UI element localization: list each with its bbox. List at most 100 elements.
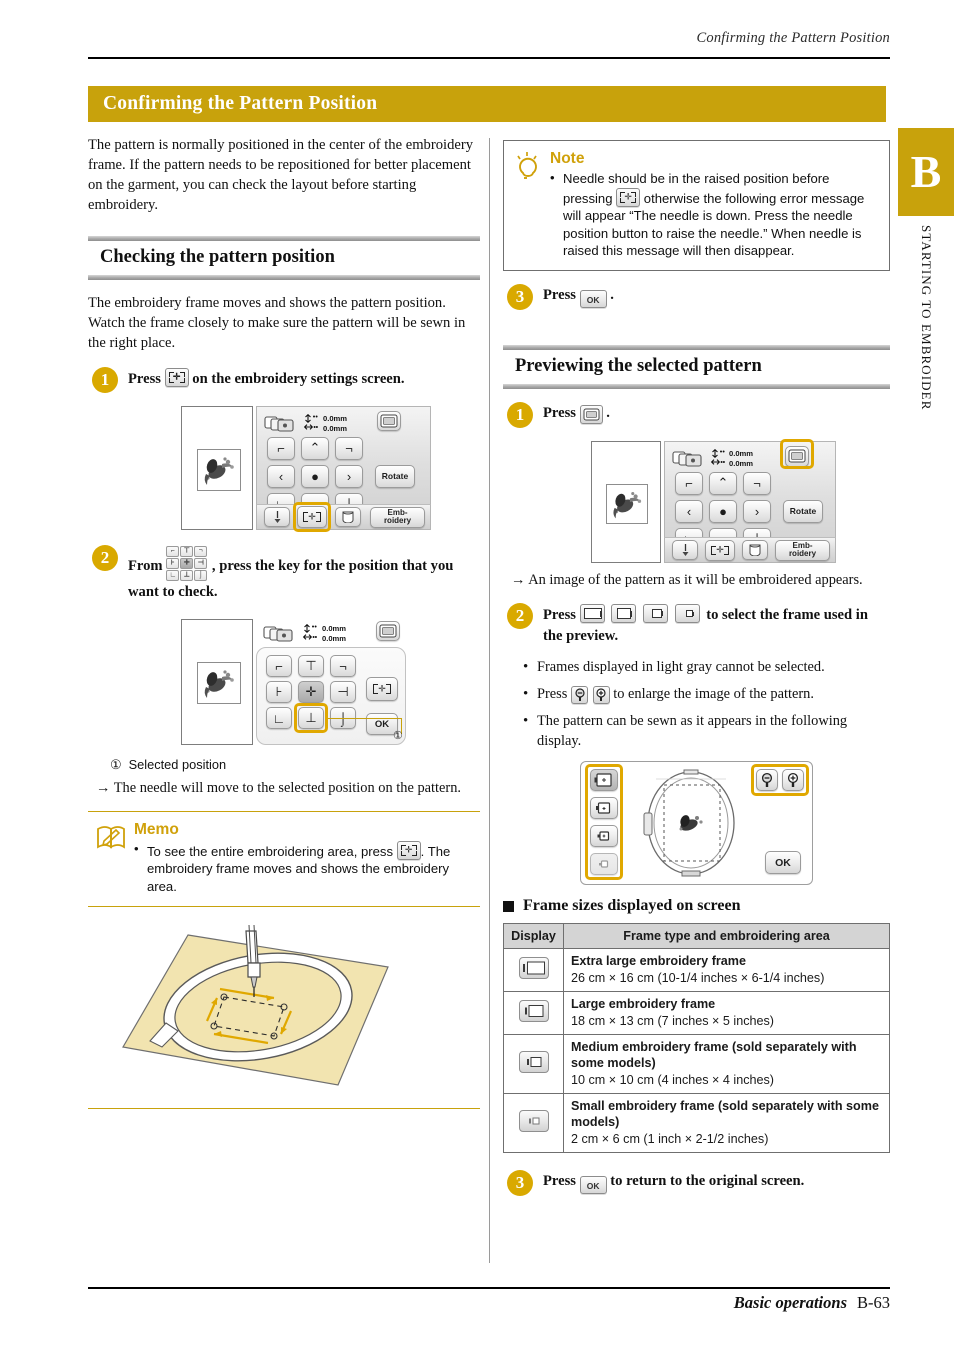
heading-rule-bottom	[88, 274, 480, 280]
step-text: From ⌐ ⊤ ¬ ⊦ ✛ ⊣ ∟ ⊥ ⌡ , press the key f…	[128, 545, 480, 603]
grid-cell-top-center: ⊤	[180, 545, 194, 557]
position-check-key[interactable]: ✛	[705, 539, 735, 561]
position-check-key-icon[interactable]: ✛	[164, 367, 189, 387]
magnify-plus-key-icon[interactable]	[592, 685, 610, 704]
section-title: Previewing the selected pattern	[515, 355, 762, 376]
position-bottom-left-key[interactable]: ∟	[266, 707, 292, 730]
medium-frame-icon	[518, 1050, 549, 1073]
position-grid-inline-icon[interactable]: ⌐ ⊤ ¬ ⊦ ✛ ⊣ ∟ ⊥ ⌡	[166, 545, 208, 582]
ok-key-icon[interactable]: OK	[579, 1176, 607, 1195]
position-middle-left-key[interactable]: ⊦	[266, 681, 292, 704]
move-center-key[interactable]: ●	[301, 464, 329, 488]
pattern-layers-icon	[672, 451, 702, 467]
left-column-closing-rule	[88, 1108, 480, 1109]
embroidery-key[interactable]: Emb- roidery	[370, 506, 425, 528]
preview-ok-key[interactable]: OK	[765, 851, 801, 875]
zoom-out-key[interactable]	[756, 769, 778, 792]
move-top-right-key[interactable]: ¬	[743, 471, 771, 495]
preview-bullets: Frames displayed in light gray cannot be…	[503, 657, 890, 752]
zoom-in-key[interactable]	[782, 769, 804, 792]
bobbin-key[interactable]	[742, 539, 768, 560]
embroidery-key[interactable]: Emb- roidery	[775, 539, 830, 561]
pattern-artwork-icon	[204, 670, 234, 699]
frame-select-medium-key[interactable]	[590, 825, 618, 848]
preview-key[interactable]	[376, 621, 400, 642]
step-number: 1	[507, 401, 533, 428]
move-up-key[interactable]: ⌃	[709, 471, 737, 495]
position-middle-right-key[interactable]: ⊣	[330, 681, 356, 704]
step-text-post: on the embroidery settings screen.	[192, 370, 405, 387]
step-3-preview: 3 Press OK to return to the original scr…	[503, 1170, 890, 1197]
move-top-right-key[interactable]: ¬	[335, 436, 363, 460]
column-header-frame-type: Frame type and embroidering area	[563, 923, 890, 950]
pattern-preview-panel	[591, 440, 661, 563]
frame-select-large-key[interactable]	[590, 797, 618, 820]
table-row: Large embroidery frame 18 cm × 13 cm (7 …	[503, 991, 890, 1036]
frame-table-heading-text: Frame sizes displayed on screen	[523, 897, 741, 915]
magnifier-large-icon	[787, 773, 799, 788]
step-3-checking: 3 Press OK .	[503, 283, 890, 311]
position-bottom-center-key[interactable]: ⊥	[298, 707, 324, 730]
preview-icon	[379, 624, 397, 638]
move-left-key[interactable]: ‹	[267, 464, 295, 488]
step-1-preview: 1 Press .	[503, 401, 890, 429]
move-top-left-key[interactable]: ⌐	[267, 436, 295, 460]
bobbin-key[interactable]	[335, 506, 361, 527]
chapter-letter: B	[910, 146, 942, 197]
embroidery-key-line2: roidery	[383, 516, 412, 526]
frame-select-small-key[interactable]	[590, 853, 618, 876]
rotate-key[interactable]: Rotate	[783, 499, 823, 523]
magnifier-large-icon	[596, 688, 606, 701]
frame-select-extra-large-key[interactable]	[590, 769, 618, 792]
step-text: Press .	[543, 403, 890, 424]
needle-key[interactable]	[672, 539, 698, 560]
magnifier-small-icon	[574, 688, 585, 701]
running-header: Confirming the Pattern Position	[696, 30, 890, 46]
ok-key-icon[interactable]: OK	[579, 289, 607, 308]
whole-area-key[interactable]: ✛	[366, 677, 398, 702]
move-up-key[interactable]: ⌃	[301, 436, 329, 460]
move-top-left-key[interactable]: ⌐	[675, 471, 703, 495]
frame-size: 2 cm × 6 cm (1 inch × 2-1/2 inches)	[571, 1131, 769, 1146]
section-heading-preview: Previewing the selected pattern	[503, 344, 890, 389]
step-number: 2	[92, 544, 118, 571]
small-frame-icon	[518, 1109, 549, 1132]
large-frame-key-icon[interactable]	[611, 604, 637, 624]
pattern-thumbnail	[606, 483, 648, 524]
left-column: The pattern is normally positioned in th…	[88, 136, 480, 1100]
callout-marker: ①	[393, 730, 403, 743]
position-top-center-key[interactable]: ⊤	[298, 655, 324, 678]
grid-cell-top-right: ¬	[194, 545, 208, 557]
move-right-key[interactable]: ›	[335, 464, 363, 488]
offset-arrows-icon	[304, 413, 318, 430]
frame-title: Large embroidery frame	[571, 997, 716, 1012]
move-center-key[interactable]: ●	[709, 499, 737, 523]
step-number: 3	[507, 1170, 533, 1197]
move-left-key[interactable]: ‹	[675, 499, 703, 523]
medium-frame-key-icon[interactable]	[642, 604, 668, 624]
preview-key[interactable]	[785, 445, 809, 467]
offset-value-vertical: 0.0mm	[729, 448, 754, 458]
needle-key[interactable]	[264, 506, 290, 527]
memo-bullet: To see the entire embroidering area, pre…	[134, 840, 476, 896]
callout-leader-horizontal	[328, 718, 401, 720]
chapter-label-wrap: STARTING TO EMBROIDER	[898, 225, 954, 465]
bullet-enlarge: Press to enlarge the image of the	[523, 684, 890, 705]
preview-key-icon[interactable]	[579, 404, 603, 424]
frame-size: 10 cm × 10 cm (4 inches × 4 inches)	[571, 1072, 774, 1087]
small-frame-key-icon[interactable]	[674, 604, 700, 624]
position-check-key-icon[interactable]: ✛	[616, 187, 641, 207]
extra-large-frame-key-icon[interactable]	[579, 604, 605, 624]
move-right-key[interactable]: ›	[743, 499, 771, 523]
rotate-key[interactable]: Rotate	[375, 464, 415, 488]
position-center-key[interactable]: ✛	[298, 681, 324, 704]
pattern-preview-panel	[181, 405, 253, 530]
position-top-right-key[interactable]: ¬	[330, 655, 356, 678]
figure-settings-screen-preview-key: 0.0mm 0.0mm ⌐ ⌃ ¬ ‹ ● › ∟ ⌄ ⌡ Rotate	[503, 438, 890, 565]
magnify-minus-key-icon[interactable]	[571, 685, 588, 704]
preview-key[interactable]	[377, 410, 401, 431]
position-top-left-key[interactable]: ⌐	[266, 655, 292, 678]
table-cell-display	[503, 948, 564, 993]
position-check-key[interactable]: ✛	[297, 505, 327, 528]
whole-area-key-icon[interactable]: ✛	[396, 840, 421, 860]
